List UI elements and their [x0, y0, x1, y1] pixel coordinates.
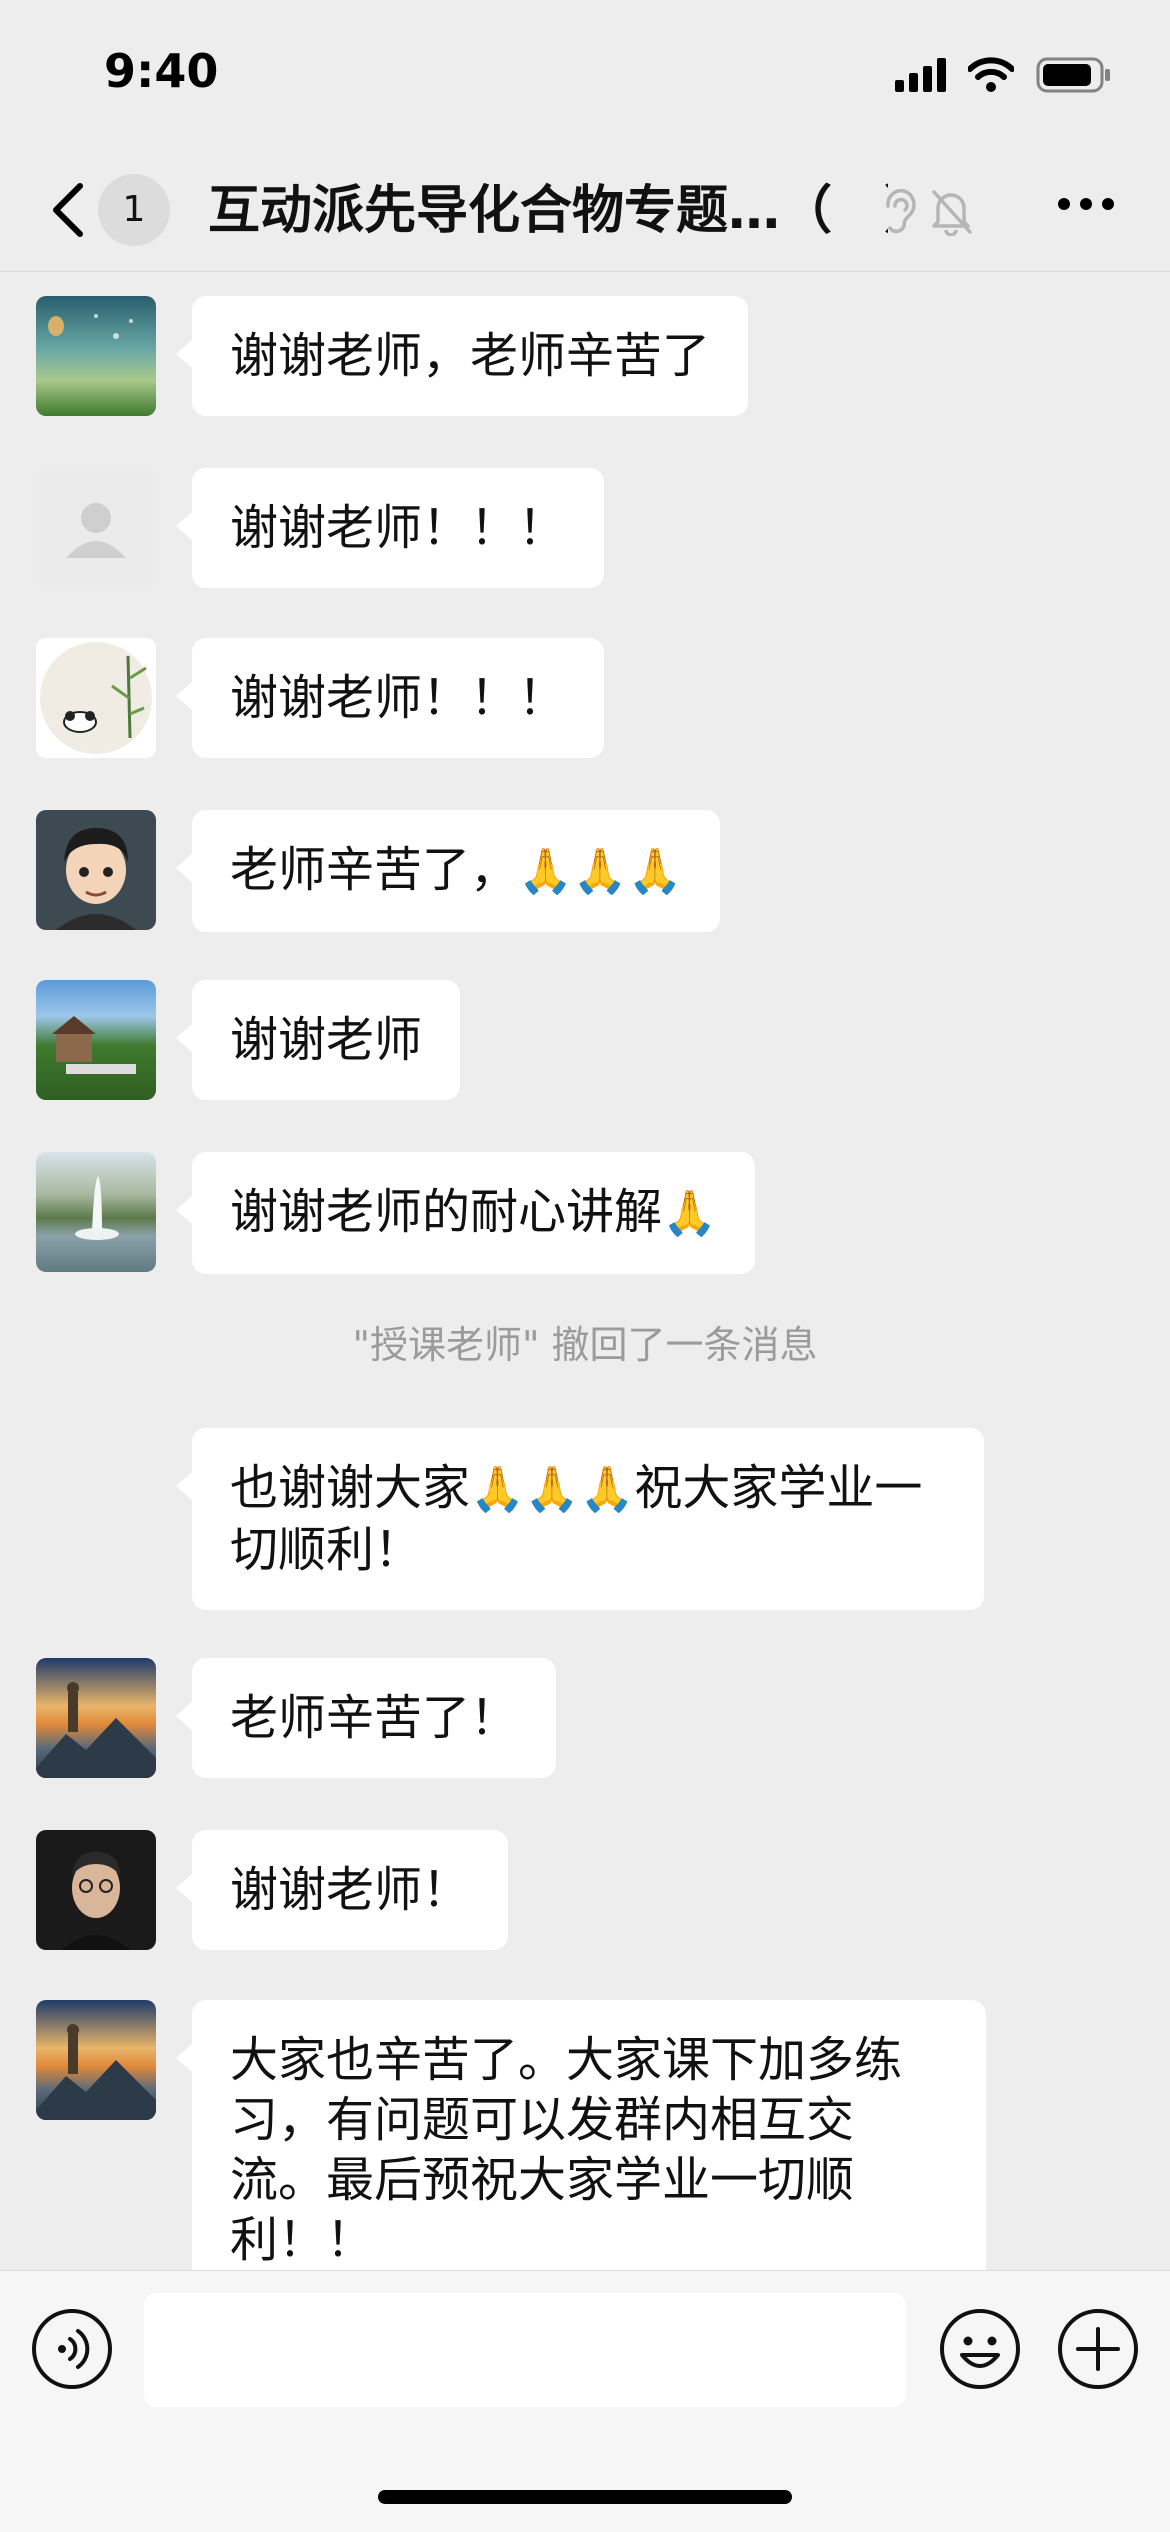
message-text: 老师辛苦了， — [230, 842, 519, 898]
home-indicator — [378, 2490, 792, 2504]
status-time: 9:40 — [104, 44, 219, 98]
message-bubble[interactable]: 老师辛苦了！ — [175, 1658, 557, 1778]
message-text: 谢谢老师的耐心讲解 — [230, 1184, 663, 1240]
chat-screen: 9:40 1 互动派先导化合物专题…（ ） 谢谢老师，老师辛苦了 谢谢老师！！！… — [0, 0, 1170, 2532]
garden-avatar[interactable] — [36, 980, 156, 1100]
unread-count-badge[interactable]: 1 — [98, 174, 170, 246]
praying-hands-emoji: 🙏🙏🙏 — [518, 846, 683, 897]
status-icons — [895, 52, 1112, 98]
message-bubble[interactable]: 谢谢老师，老师辛苦了 — [175, 296, 749, 416]
portrait-avatar[interactable] — [36, 1830, 156, 1950]
voice-input-icon[interactable] — [30, 2307, 114, 2391]
default-avatar[interactable] — [36, 468, 156, 588]
message-text: 也谢谢大家 — [230, 1460, 471, 1516]
emoji-icon[interactable] — [938, 2307, 1022, 2391]
landscape-avatar[interactable] — [36, 296, 156, 416]
wifi-icon — [968, 57, 1014, 92]
message-text: 老师辛苦了！ — [230, 1690, 519, 1746]
battery-icon — [1036, 57, 1110, 93]
back-chevron-icon[interactable] — [48, 180, 88, 240]
chat-header: 1 互动派先导化合物专题…（ ） — [0, 150, 1170, 272]
fountain-avatar[interactable] — [36, 1152, 156, 1272]
ear-mode-icon — [886, 188, 916, 233]
message-input[interactable] — [144, 2293, 906, 2407]
message-bubble[interactable]: 谢谢老师！ — [175, 1830, 509, 1950]
hiker-avatar[interactable] — [36, 1658, 156, 1778]
message-bubble[interactable]: 也谢谢大家🙏🙏🙏祝大家学业一切顺利！ — [176, 1428, 984, 1610]
message-text: 谢谢老师 — [230, 1012, 423, 1068]
message-bubble[interactable]: 老师辛苦了，🙏🙏🙏 — [175, 810, 721, 932]
more-options-icon[interactable] — [1058, 194, 1114, 214]
message-bubble[interactable]: 谢谢老师！！！ — [175, 468, 605, 588]
message-text: 谢谢老师！ — [230, 1862, 471, 1918]
praying-hands-emoji: 🙏🙏🙏 — [470, 1464, 635, 1515]
message-bubble[interactable]: 谢谢老师！！！ — [175, 638, 605, 758]
cellular-signal-icon — [895, 58, 946, 92]
cartoon-man-avatar[interactable] — [36, 810, 156, 930]
praying-hands-emoji: 🙏 — [662, 1188, 717, 1239]
panda-avatar[interactable] — [36, 638, 156, 758]
message-bubble[interactable]: 谢谢老师 — [175, 980, 461, 1100]
recalled-message-notice: "授课老师" 撤回了一条消息 — [352, 1323, 818, 1367]
chat-title[interactable]: 互动派先导化合物专题…（ ） — [208, 178, 888, 244]
message-text: 谢谢老师，老师辛苦了 — [230, 328, 711, 384]
message-text: 大家也辛苦了。大家课下加多练习，有问题可以发群内相互交流。最后预祝大家学业一切顺… — [230, 2032, 903, 2268]
message-text: 谢谢老师！！！ — [230, 670, 567, 726]
plus-icon[interactable] — [1056, 2307, 1140, 2391]
message-text: 谢谢老师！！！ — [230, 500, 567, 556]
message-bubble[interactable]: 谢谢老师的耐心讲解🙏 — [176, 1152, 755, 1274]
message-bubble[interactable]: 大家也辛苦了。大家课下加多练习，有问题可以发群内相互交流。最后预祝大家学业一切顺… — [176, 2000, 986, 2300]
muted-bell-icon — [932, 190, 972, 236]
status-bar: 9:40 — [0, 0, 1170, 150]
hiker-avatar[interactable] — [36, 2000, 156, 2120]
